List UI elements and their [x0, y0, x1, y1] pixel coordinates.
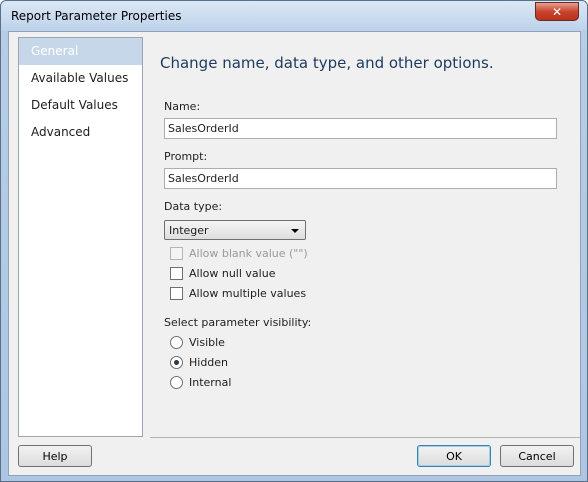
name-input[interactable]: SalesOrderId [164, 118, 557, 139]
nav-item-general[interactable]: General [19, 38, 142, 65]
nav-item-default-values[interactable]: Default Values [19, 92, 142, 119]
visibility-hidden-radio[interactable]: Hidden [170, 354, 228, 370]
close-icon: ✕ [551, 4, 563, 19]
radio-circle [170, 355, 183, 369]
prompt-label: Prompt: [164, 150, 208, 163]
radio-selected-dot [174, 359, 179, 365]
window-title: Report Parameter Properties [11, 9, 182, 23]
nav-item-available-values[interactable]: Available Values [19, 65, 142, 92]
cancel-button[interactable]: Cancel [500, 445, 574, 467]
allow-null-checkbox[interactable]: Allow null value [170, 265, 275, 281]
dialog-client-area: General Available Values Default Values … [8, 31, 581, 476]
visibility-internal-radio[interactable]: Internal [170, 374, 231, 390]
internal-label: Internal [189, 375, 232, 389]
visibility-visible-radio[interactable]: Visible [170, 334, 225, 350]
allow-multiple-checkbox[interactable]: Allow multiple values [170, 285, 306, 301]
visibility-label: Select parameter visibility: [164, 316, 312, 329]
hidden-label: Hidden [189, 355, 229, 369]
visible-label: Visible [189, 335, 225, 349]
nav-list: General Available Values Default Values … [18, 37, 143, 437]
allow-multiple-label: Allow multiple values [189, 286, 307, 300]
data-type-value: Integer [169, 224, 209, 237]
radio-circle [170, 375, 183, 389]
allow-blank-label: Allow blank value ("") [189, 246, 308, 260]
footer-separator [150, 437, 580, 438]
help-button[interactable]: Help [18, 445, 92, 467]
data-type-label: Data type: [164, 200, 223, 213]
close-button[interactable]: ✕ [535, 2, 579, 21]
allow-null-label: Allow null value [189, 266, 276, 280]
nav-item-advanced[interactable]: Advanced [19, 119, 142, 146]
allow-blank-checkbox[interactable]: Allow blank value ("") [170, 245, 308, 261]
chevron-down-icon [291, 229, 299, 233]
ok-button[interactable]: OK [417, 445, 491, 467]
page-heading: Change name, data type, and other option… [160, 54, 494, 72]
checkbox-box [170, 246, 183, 260]
checkbox-box [170, 286, 183, 300]
checkbox-box [170, 266, 183, 280]
data-type-select[interactable]: Integer [164, 220, 306, 240]
dialog-window: Report Parameter Properties ✕ General Av… [0, 0, 588, 482]
radio-circle [170, 335, 183, 349]
name-label: Name: [164, 100, 201, 113]
prompt-input[interactable]: SalesOrderId [164, 168, 557, 189]
title-bar[interactable]: Report Parameter Properties ✕ [1, 1, 587, 31]
